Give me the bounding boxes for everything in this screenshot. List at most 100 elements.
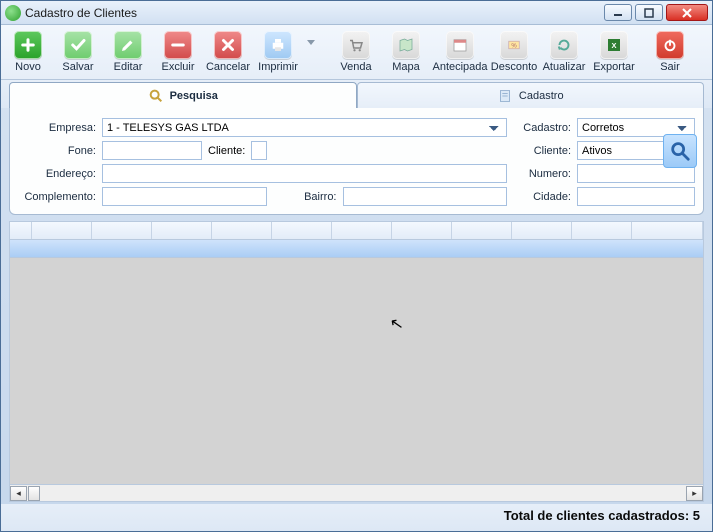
map-icon [392, 31, 420, 59]
maximize-icon [644, 8, 654, 18]
scroll-right-button[interactable]: ▸ [686, 486, 703, 501]
cadastro-filter-label: Cadastro: [513, 122, 571, 134]
venda-button[interactable]: Venda [331, 28, 381, 76]
empresa-select[interactable]: 1 - TELESYS GAS LTDA [102, 118, 507, 137]
salvar-button[interactable]: Salvar [53, 28, 103, 76]
close-button[interactable] [666, 4, 708, 21]
grid-col-6[interactable] [332, 222, 392, 239]
cliente-input[interactable] [251, 141, 266, 160]
tab-cadastro-label: Cadastro [519, 90, 564, 102]
cliente-filter-label: Cliente: [513, 145, 571, 157]
printer-icon [264, 31, 292, 59]
chevron-down-icon [306, 35, 316, 51]
total-count-label: Total de clientes cadastrados: 5 [504, 508, 700, 523]
status-bar: Total de clientes cadastrados: 5 [1, 504, 712, 531]
window-title: Cadastro de Clientes [25, 6, 604, 20]
editar-button[interactable]: Editar [103, 28, 153, 76]
minimize-icon [613, 8, 623, 18]
results-grid: ↖ ◂ ▸ [9, 221, 704, 502]
bairro-label: Bairro: [273, 191, 337, 203]
cliente-label: Cliente: [208, 145, 245, 157]
excluir-label: Excluir [161, 61, 194, 73]
cart-icon [342, 31, 370, 59]
excluir-button[interactable]: Excluir [153, 28, 203, 76]
grid-col-7[interactable] [392, 222, 452, 239]
toolbar: Novo Salvar Editar Excluir Cancelar Impr… [1, 25, 712, 80]
desconto-label: Desconto [491, 61, 537, 73]
sair-label: Sair [660, 61, 680, 73]
atualizar-label: Atualizar [543, 61, 586, 73]
maximize-button[interactable] [635, 4, 663, 21]
grid-col-10[interactable] [572, 222, 632, 239]
grid-header [10, 222, 703, 240]
minus-icon [164, 31, 192, 59]
tab-pesquisa-label: Pesquisa [170, 90, 218, 102]
grid-col-11[interactable] [632, 222, 703, 239]
search-icon [148, 88, 164, 104]
editar-label: Editar [114, 61, 143, 73]
complemento-input[interactable] [102, 187, 267, 206]
grid-col-4[interactable] [212, 222, 272, 239]
tab-cadastro[interactable]: Cadastro [357, 82, 705, 108]
fone-label: Fone: [18, 145, 96, 157]
minimize-button[interactable] [604, 4, 632, 21]
grid-col-8[interactable] [452, 222, 512, 239]
grid-selected-row[interactable] [10, 240, 703, 258]
venda-label: Venda [340, 61, 371, 73]
tab-pesquisa[interactable]: Pesquisa [9, 82, 357, 108]
refresh-icon [550, 31, 578, 59]
numero-label: Numero: [513, 168, 571, 180]
svg-text:%: % [511, 43, 517, 49]
cancelar-button[interactable]: Cancelar [203, 28, 253, 76]
grid-col-2[interactable] [92, 222, 152, 239]
calendar-icon [446, 31, 474, 59]
endereco-input[interactable] [102, 164, 507, 183]
empresa-label: Empresa: [18, 122, 96, 134]
app-window: Cadastro de Clientes Novo Salvar Editar [0, 0, 713, 532]
mapa-button[interactable]: Mapa [381, 28, 431, 76]
novo-label: Novo [15, 61, 41, 73]
salvar-label: Salvar [62, 61, 93, 73]
bairro-input[interactable] [343, 187, 508, 206]
cancelar-label: Cancelar [206, 61, 250, 73]
grid-col-3[interactable] [152, 222, 212, 239]
discount-icon: % [500, 31, 528, 59]
antecipada-button[interactable]: Antecipada [431, 28, 489, 76]
novo-button[interactable]: Novo [3, 28, 53, 76]
check-icon [64, 31, 92, 59]
atualizar-button[interactable]: Atualizar [539, 28, 589, 76]
search-form: Empresa: 1 - TELESYS GAS LTDA Cadastro: … [9, 108, 704, 215]
grid-body[interactable]: ↖ [10, 258, 703, 484]
imprimir-dropdown[interactable] [303, 28, 319, 54]
fone-input[interactable] [102, 141, 202, 160]
antecipada-label: Antecipada [432, 61, 487, 73]
cidade-label: Cidade: [513, 191, 571, 203]
complemento-label: Complemento: [18, 191, 96, 203]
plus-icon [14, 31, 42, 59]
grid-col-rowheader[interactable] [10, 222, 32, 239]
cidade-input[interactable] [577, 187, 695, 206]
scroll-thumb[interactable] [28, 486, 40, 501]
grid-col-9[interactable] [512, 222, 572, 239]
cursor-icon: ↖ [388, 313, 405, 335]
app-icon [5, 5, 21, 21]
form-icon [497, 88, 513, 104]
sair-button[interactable]: Sair [645, 28, 695, 76]
pencil-icon [114, 31, 142, 59]
exportar-label: Exportar [593, 61, 635, 73]
grid-col-1[interactable] [32, 222, 92, 239]
scroll-left-button[interactable]: ◂ [10, 486, 27, 501]
desconto-button[interactable]: % Desconto [489, 28, 539, 76]
close-icon [681, 8, 693, 18]
horizontal-scrollbar[interactable]: ◂ ▸ [10, 484, 703, 501]
power-icon [656, 31, 684, 59]
tabs: Pesquisa Cadastro [1, 80, 712, 108]
exportar-button[interactable]: X Exportar [589, 28, 639, 76]
imprimir-button[interactable]: Imprimir [253, 28, 303, 76]
endereco-label: Endereço: [18, 168, 96, 180]
svg-text:X: X [611, 41, 616, 50]
mapa-label: Mapa [392, 61, 420, 73]
excel-icon: X [600, 31, 628, 59]
grid-col-5[interactable] [272, 222, 332, 239]
search-button[interactable] [663, 134, 697, 168]
